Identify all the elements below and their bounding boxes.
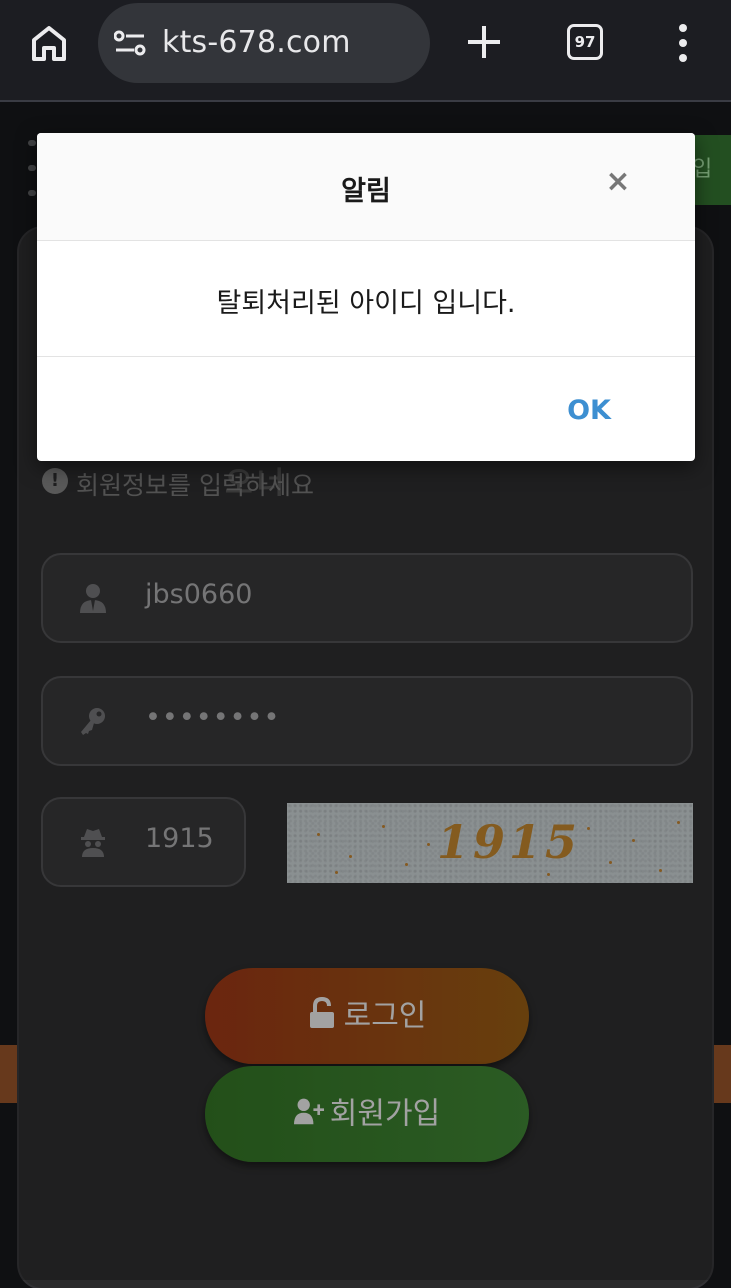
close-icon[interactable]: × [603,167,633,197]
ok-button[interactable]: OK [557,391,621,431]
url-text[interactable]: kts-678.com [162,25,351,60]
more-menu-icon[interactable] [672,22,694,64]
dialog-header: 알림 × [37,133,695,241]
browser-toolbar: kts-678.com 97 [0,0,731,102]
tab-switcher-icon[interactable]: 97 [567,24,603,60]
dialog-title: 알림 [341,176,391,207]
alert-dialog: 알림 × 탈퇴처리된 아이디 입니다. OK [37,133,695,461]
url-bar[interactable]: kts-678.com [98,3,430,83]
new-tab-icon[interactable] [464,22,504,62]
tab-count: 97 [574,33,596,51]
site-info-icon[interactable] [114,29,146,57]
dialog-message: 탈퇴처리된 아이디 입니다. [216,288,516,319]
home-icon[interactable] [28,22,70,64]
dialog-body: 탈퇴처리된 아이디 입니다. [37,241,695,357]
